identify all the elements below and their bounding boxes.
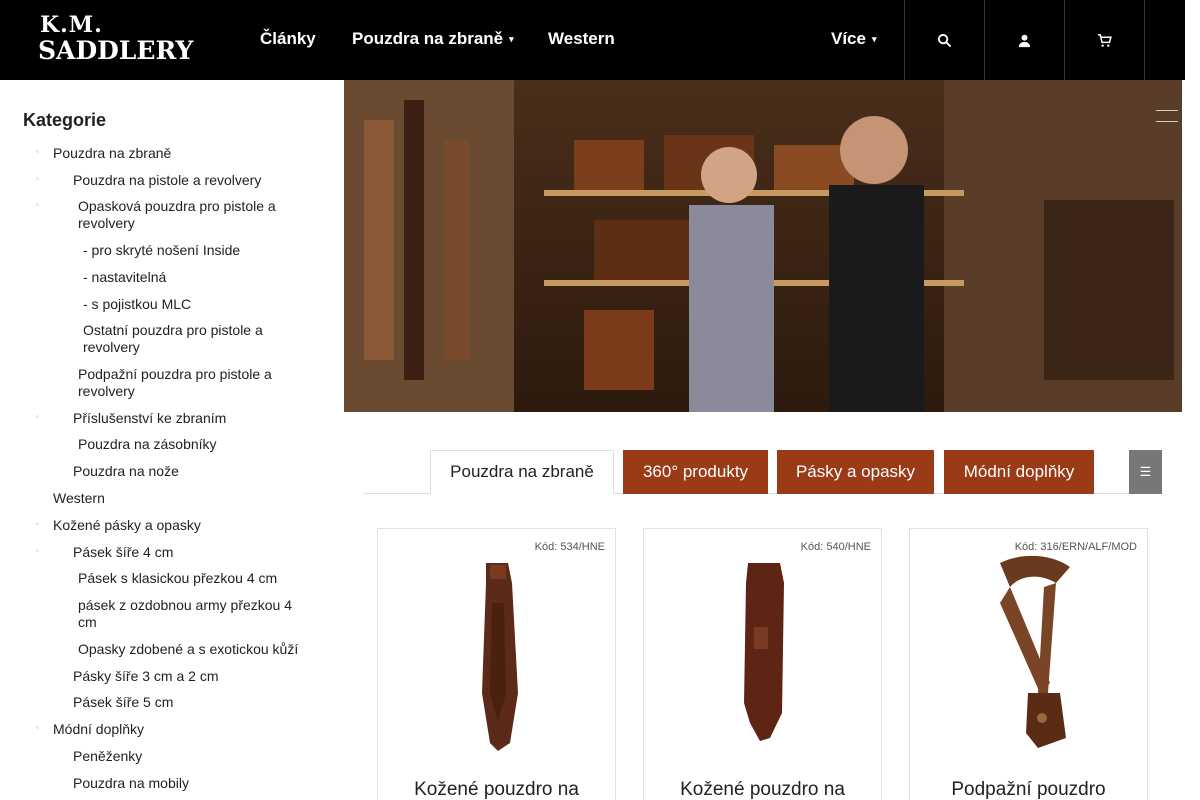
bullet-icon: ◦ (36, 412, 39, 421)
product-title[interactable]: Kožené pouzdro na (644, 779, 881, 800)
sidebar-item-classic-buckle[interactable]: Pásek s klasickou přezkou 4 cm (78, 570, 277, 587)
sidebar-title: Kategorie (23, 110, 107, 130)
nav-western[interactable]: Western (548, 29, 615, 49)
tab-belts[interactable]: Pásky a opasky (777, 450, 934, 494)
bullet-icon: ◦ (36, 723, 39, 732)
nav-holsters-label: Pouzdra na zbraně (352, 29, 504, 48)
nav-more[interactable]: Více ▾ (831, 29, 877, 49)
user-icon[interactable] (1012, 28, 1036, 52)
bullet-icon: ◦ (36, 546, 39, 555)
sidebar-item-magazine-pouches[interactable]: Pouzdra na zásobníky (78, 436, 217, 453)
bullet-icon: ◦ (36, 519, 39, 528)
sidebar-item-belt-4cm[interactable]: Pásek šíře 4 cm (73, 544, 173, 561)
tab-360-products[interactable]: 360° produkty (623, 450, 768, 494)
product-card[interactable]: Kód: 316/ERN/ALF/MOD Podpažní pouzdro (909, 528, 1148, 800)
cart-icon[interactable] (1092, 28, 1116, 52)
nav-holsters[interactable]: Pouzdra na zbraně ▾ (352, 29, 514, 49)
chevron-down-icon: ▾ (509, 34, 514, 44)
tabs-menu-button[interactable]: ☰ (1129, 450, 1162, 494)
product-title[interactable]: Kožené pouzdro na (378, 779, 615, 800)
bullet-icon: ◦ (36, 147, 39, 156)
sidebar-item-phone-cases[interactable]: Pouzdra na mobily (73, 775, 189, 792)
search-icon[interactable] (932, 28, 956, 52)
sidebar-item-adjustable[interactable]: - nastavitelná (83, 269, 166, 286)
header-divider (904, 0, 905, 80)
sidebar-item-shoulder-holsters[interactable]: Podpažní pouzdra pro pistole a revolvery (78, 366, 293, 400)
chevron-down-icon: ▾ (871, 34, 877, 44)
site-header: K.M. SADDLERY Články Pouzdra na zbraně ▾ … (0, 0, 1185, 80)
slider-menu-icon[interactable] (1156, 110, 1178, 122)
sidebar-item-pistol-holsters[interactable]: Pouzdra na pistole a revolvery (73, 172, 261, 189)
workshop-photo (344, 80, 1182, 412)
bullet-icon: ◦ (36, 200, 39, 209)
sidebar-item-exotic-belts[interactable]: Opasky zdobené a s exotickou kůží (78, 641, 298, 658)
product-image[interactable] (398, 543, 596, 753)
nav-more-label: Více (831, 29, 866, 48)
hero-photo (344, 80, 1182, 412)
product-card[interactable]: Kód: 540/HNE Kožené pouzdro na (643, 528, 882, 800)
sidebar-item-belts[interactable]: Kožené pásky a opasky (53, 517, 201, 534)
sidebar-item-inside[interactable]: - pro skryté nošení Inside (83, 242, 240, 259)
sidebar-item-belt-5cm[interactable]: Pásek šíře 5 cm (73, 694, 173, 711)
product-card[interactable]: Kód: 534/HNE Kožené pouzdro na (377, 528, 616, 800)
tab-holsters[interactable]: Pouzdra na zbraně (430, 450, 614, 494)
tab-fashion[interactable]: Módní doplňky (944, 450, 1094, 494)
nav-articles[interactable]: Články (260, 29, 316, 49)
brand-logo[interactable]: K.M. SADDLERY (38, 12, 194, 66)
product-title[interactable]: Podpažní pouzdro (910, 779, 1147, 800)
brand-line-1: K.M. (40, 12, 103, 38)
sidebar-item-wallets[interactable]: Peněženky (73, 748, 142, 765)
sidebar-item-mlc[interactable]: - s pojistkou MLC (83, 296, 191, 313)
sidebar-item-western[interactable]: Western (53, 490, 105, 507)
sidebar-item-belt-3-2cm[interactable]: Pásky šíře 3 cm a 2 cm (73, 668, 218, 685)
sidebar-item-belt-holsters[interactable]: Opasková pouzdra pro pistole a revolvery (78, 198, 298, 232)
sidebar-item-accessories[interactable]: Příslušenství ke zbraním (73, 410, 226, 427)
sidebar-item-holsters[interactable]: Pouzdra na zbraně (53, 145, 171, 162)
bullet-icon: ◦ (36, 174, 39, 183)
sidebar-item-other-holsters[interactable]: Ostatní pouzdra pro pistole a revolvery (83, 322, 288, 356)
product-image[interactable] (664, 543, 862, 753)
header-divider (1064, 0, 1065, 80)
sidebar-item-fashion[interactable]: Módní doplňky (53, 721, 144, 738)
sidebar-item-army-buckle[interactable]: pásek z ozdobnou army přezkou 4 cm (78, 597, 308, 631)
category-sidebar: Kategorie ◦ Pouzdra na zbraně ◦ Pouzdra … (0, 80, 320, 800)
sidebar-item-knife-sheaths[interactable]: Pouzdra na nože (73, 463, 179, 480)
header-divider (984, 0, 985, 80)
brand-line-2: SADDLERY (38, 36, 194, 65)
product-image[interactable] (930, 543, 1128, 753)
header-divider (1144, 0, 1145, 80)
